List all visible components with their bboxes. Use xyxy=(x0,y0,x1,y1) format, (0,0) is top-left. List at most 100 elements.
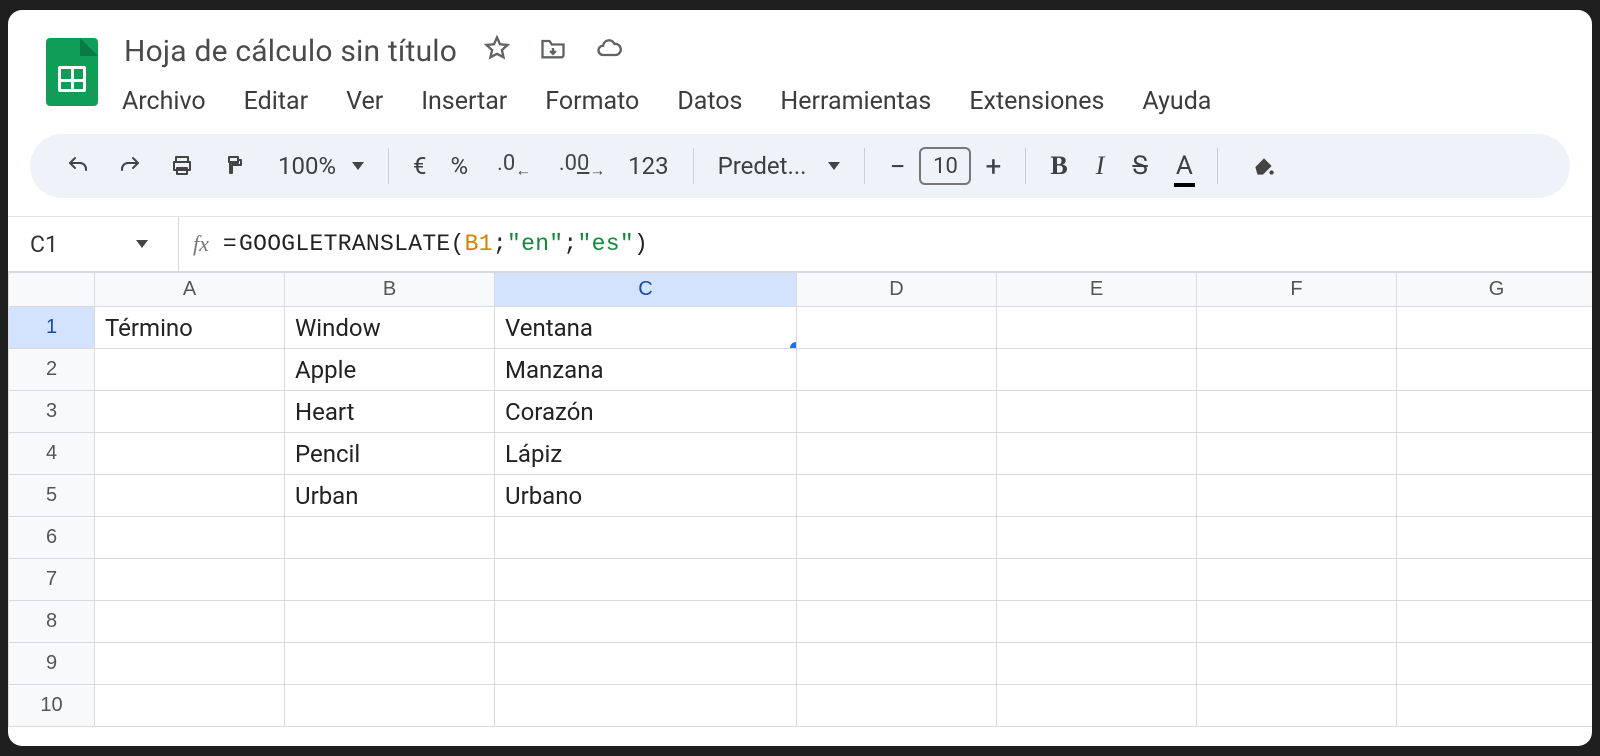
cell-F2[interactable] xyxy=(1197,349,1397,391)
cell-E3[interactable] xyxy=(997,391,1197,433)
fill-color-button[interactable] xyxy=(1242,144,1286,188)
cell-F7[interactable] xyxy=(1197,559,1397,601)
cell-D6[interactable] xyxy=(797,517,997,559)
format-currency-button[interactable]: € xyxy=(413,152,427,180)
cell-A9[interactable] xyxy=(95,643,285,685)
cell-A6[interactable] xyxy=(95,517,285,559)
print-button[interactable] xyxy=(160,144,204,188)
col-header-D[interactable]: D xyxy=(797,273,997,307)
fill-handle[interactable] xyxy=(790,342,797,349)
menu-herramientas[interactable]: Herramientas xyxy=(780,87,931,116)
row-header-8[interactable]: 8 xyxy=(9,601,95,643)
format-percent-button[interactable]: % xyxy=(451,152,469,180)
cell-E5[interactable] xyxy=(997,475,1197,517)
cell-D1[interactable] xyxy=(797,307,997,349)
cell-E1[interactable] xyxy=(997,307,1197,349)
sheets-logo-icon[interactable] xyxy=(46,38,98,106)
undo-button[interactable] xyxy=(56,144,100,188)
cell-G7[interactable] xyxy=(1397,559,1593,601)
cell-F1[interactable] xyxy=(1197,307,1397,349)
menu-editar[interactable]: Editar xyxy=(244,87,308,116)
cell-E6[interactable] xyxy=(997,517,1197,559)
paint-format-button[interactable] xyxy=(212,144,256,188)
cell-F4[interactable] xyxy=(1197,433,1397,475)
cell-G1[interactable] xyxy=(1397,307,1593,349)
font-size-input[interactable]: 10 xyxy=(919,147,971,185)
cell-G4[interactable] xyxy=(1397,433,1593,475)
cell-E2[interactable] xyxy=(997,349,1197,391)
cell-C8[interactable] xyxy=(495,601,797,643)
cell-B5[interactable]: Urban xyxy=(285,475,495,517)
cell-B2[interactable]: Apple xyxy=(285,349,495,391)
row-header-3[interactable]: 3 xyxy=(9,391,95,433)
row-header-5[interactable]: 5 xyxy=(9,475,95,517)
cell-F9[interactable] xyxy=(1197,643,1397,685)
font-size-decrease-button[interactable]: − xyxy=(889,150,905,183)
increase-decimal-button[interactable]: .00→ xyxy=(560,144,604,188)
cell-C2[interactable]: Manzana xyxy=(495,349,797,391)
cell-A10[interactable] xyxy=(95,685,285,727)
cell-A4[interactable] xyxy=(95,433,285,475)
cell-D2[interactable] xyxy=(797,349,997,391)
cell-B6[interactable] xyxy=(285,517,495,559)
row-header-7[interactable]: 7 xyxy=(9,559,95,601)
cell-G5[interactable] xyxy=(1397,475,1593,517)
cell-E8[interactable] xyxy=(997,601,1197,643)
font-family-dropdown[interactable]: Predet... xyxy=(718,152,841,180)
cell-B3[interactable]: Heart xyxy=(285,391,495,433)
row-header-2[interactable]: 2 xyxy=(9,349,95,391)
cell-E4[interactable] xyxy=(997,433,1197,475)
col-header-C[interactable]: C xyxy=(495,273,797,307)
row-header-6[interactable]: 6 xyxy=(9,517,95,559)
cell-E10[interactable] xyxy=(997,685,1197,727)
cell-A3[interactable] xyxy=(95,391,285,433)
cell-A2[interactable] xyxy=(95,349,285,391)
menu-datos[interactable]: Datos xyxy=(677,87,742,116)
cell-A8[interactable] xyxy=(95,601,285,643)
menu-insertar[interactable]: Insertar xyxy=(421,87,507,116)
cell-C1[interactable]: Ventana xyxy=(495,307,797,349)
col-header-B[interactable]: B xyxy=(285,273,495,307)
cell-B10[interactable] xyxy=(285,685,495,727)
cell-F10[interactable] xyxy=(1197,685,1397,727)
cell-G6[interactable] xyxy=(1397,517,1593,559)
name-box[interactable]: C1 xyxy=(8,231,178,258)
cell-D10[interactable] xyxy=(797,685,997,727)
cell-F6[interactable] xyxy=(1197,517,1397,559)
cell-F8[interactable] xyxy=(1197,601,1397,643)
col-header-F[interactable]: F xyxy=(1197,273,1397,307)
cell-G2[interactable] xyxy=(1397,349,1593,391)
cell-B1[interactable]: Window xyxy=(285,307,495,349)
select-all-corner[interactable] xyxy=(9,273,95,307)
move-to-folder-icon[interactable] xyxy=(539,34,567,70)
cell-C5[interactable]: Urbano xyxy=(495,475,797,517)
cell-G10[interactable] xyxy=(1397,685,1593,727)
cell-F5[interactable] xyxy=(1197,475,1397,517)
cell-A5[interactable] xyxy=(95,475,285,517)
cell-B9[interactable] xyxy=(285,643,495,685)
row-header-10[interactable]: 10 xyxy=(9,685,95,727)
col-header-G[interactable]: G xyxy=(1397,273,1593,307)
cell-D3[interactable] xyxy=(797,391,997,433)
star-icon[interactable] xyxy=(483,34,511,70)
cell-D9[interactable] xyxy=(797,643,997,685)
more-formats-button[interactable]: 123 xyxy=(628,152,668,180)
cell-C4[interactable]: Lápiz xyxy=(495,433,797,475)
menu-formato[interactable]: Formato xyxy=(545,87,639,116)
cell-A1[interactable]: Término xyxy=(95,307,285,349)
cell-B7[interactable] xyxy=(285,559,495,601)
row-header-1[interactable]: 1 xyxy=(9,307,95,349)
strikethrough-button[interactable]: S xyxy=(1132,151,1147,181)
cell-G9[interactable] xyxy=(1397,643,1593,685)
cell-D8[interactable] xyxy=(797,601,997,643)
cell-C10[interactable] xyxy=(495,685,797,727)
zoom-dropdown[interactable]: 100% xyxy=(278,152,364,180)
cell-C3[interactable]: Corazón xyxy=(495,391,797,433)
row-header-4[interactable]: 4 xyxy=(9,433,95,475)
cell-G3[interactable] xyxy=(1397,391,1593,433)
formula-input[interactable]: =GOOGLETRANSLATE(B1;"en";"es") xyxy=(223,231,648,257)
cell-C6[interactable] xyxy=(495,517,797,559)
menu-ayuda[interactable]: Ayuda xyxy=(1142,87,1211,116)
cell-A7[interactable] xyxy=(95,559,285,601)
cell-C9[interactable] xyxy=(495,643,797,685)
